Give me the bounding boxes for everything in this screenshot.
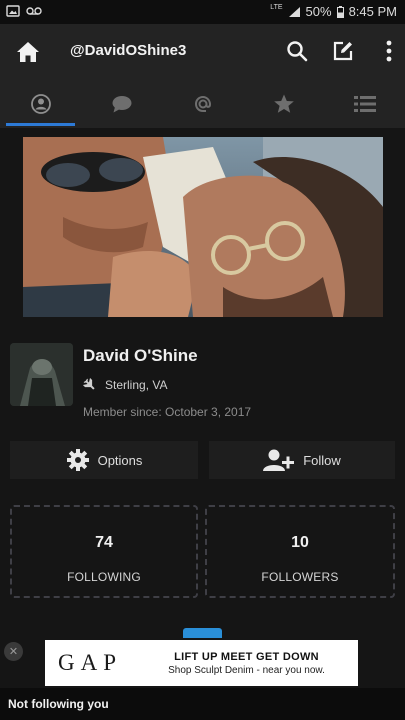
star-icon: [273, 94, 294, 113]
compose-icon[interactable]: [330, 38, 356, 64]
follow-button[interactable]: Follow: [209, 441, 395, 479]
avatar-image: [10, 343, 73, 406]
battery-percent: 50%: [305, 4, 332, 19]
close-icon: ✕: [8, 646, 19, 658]
cover-photo[interactable]: [23, 137, 383, 317]
add-user-icon: [263, 449, 295, 471]
signal-icon: [288, 6, 300, 17]
tab-mentions[interactable]: [162, 80, 243, 128]
search-icon[interactable]: [284, 38, 310, 64]
more-vert-icon[interactable]: [376, 38, 402, 64]
cover-photo-image: [23, 137, 383, 317]
profile-name: David O'Shine: [83, 346, 198, 365]
location-text: Sterling, VA: [105, 378, 168, 392]
network-type: LTE: [270, 4, 283, 11]
followers-label: FOLLOWERS: [261, 570, 339, 584]
tab-bar: [0, 80, 405, 128]
status-bar: LTE 50% 8:45 PM: [0, 0, 405, 24]
mention-icon: [194, 95, 211, 112]
airplane-icon: [83, 378, 95, 390]
avatar[interactable]: [10, 343, 73, 406]
following-stat[interactable]: 74 FOLLOWING: [10, 505, 198, 598]
profile-location: Sterling, VA: [83, 378, 167, 392]
app-bar: @DavidOShine3: [0, 24, 405, 80]
home-icon[interactable]: [14, 38, 42, 66]
profile-handle: @DavidOShine3: [70, 42, 187, 59]
gear-icon: [66, 449, 89, 471]
clock: 8:45 PM: [348, 4, 397, 19]
ad-banner[interactable]: GAP LIFT UP MEET GET DOWN Shop Sculpt De…: [45, 640, 358, 686]
tab-messages[interactable]: [81, 80, 162, 128]
following-label: FOLLOWING: [67, 570, 141, 584]
ad-copy: LIFT UP MEET GET DOWN Shop Sculpt Denim …: [135, 651, 358, 676]
options-button[interactable]: Options: [10, 441, 198, 479]
battery-icon: [336, 5, 344, 18]
ad-brand-logo: GAP: [57, 650, 122, 675]
ad-headline: LIFT UP MEET GET DOWN: [174, 650, 319, 663]
relationship-toast: Not following you: [0, 688, 405, 720]
image-icon: [6, 5, 20, 17]
ad-subline: Shop Sculpt Denim - near you now.: [168, 664, 325, 676]
followers-stat[interactable]: 10 FOLLOWERS: [205, 505, 395, 598]
following-count: 74: [95, 534, 113, 551]
tab-lists[interactable]: [324, 80, 405, 128]
close-ad-button[interactable]: ✕: [4, 642, 23, 661]
tab-favorites[interactable]: [243, 80, 324, 128]
tab-profile[interactable]: [0, 80, 81, 128]
options-label: Options: [97, 452, 143, 468]
follow-label: Follow: [303, 452, 341, 468]
toast-text: Not following you: [8, 697, 109, 711]
ad-banner-area: ✕ GAP LIFT UP MEET GET DOWN Shop Sculpt …: [0, 638, 405, 688]
profile-icon: [30, 94, 51, 114]
voicemail-icon: [26, 7, 42, 15]
member-since: Member since: October 3, 2017: [83, 405, 252, 419]
followers-count: 10: [291, 534, 309, 551]
list-icon: [353, 96, 376, 112]
chat-icon: [112, 96, 131, 113]
